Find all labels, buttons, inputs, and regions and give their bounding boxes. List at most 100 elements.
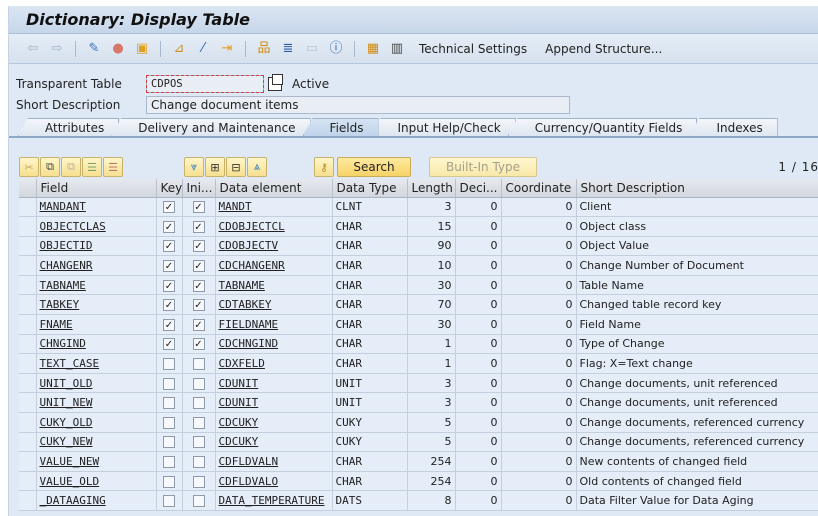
data-element-cell[interactable]: CDTABKEY bbox=[215, 294, 333, 316]
table-row[interactable]: OBJECTID ✓ ✓ CDOBJECTV CHAR 90 0 0 Object Value bbox=[19, 236, 818, 257]
tab-fields[interactable]: Fields bbox=[302, 118, 379, 136]
data-element-link[interactable]: CDCUKY bbox=[219, 435, 259, 448]
data-element-link[interactable]: CDCHNGIND bbox=[219, 337, 279, 350]
data-element-cell[interactable]: MANDT bbox=[215, 197, 333, 218]
data-element-cell[interactable]: CDCUKY bbox=[215, 412, 333, 433]
initial-values-checkbox[interactable]: ✓ bbox=[192, 220, 205, 233]
field-name-cell[interactable]: VALUE_NEW bbox=[36, 451, 157, 472]
built-in-type-button[interactable]: Built-In Type bbox=[429, 157, 537, 177]
display-change-icon[interactable]: ✎ bbox=[85, 41, 103, 57]
initial-values-checkbox[interactable] bbox=[192, 475, 205, 488]
scroll-top-icon[interactable]: ⩓ bbox=[247, 157, 267, 177]
key-checkbox[interactable]: ✓ bbox=[163, 240, 175, 253]
data-element-cell[interactable]: CDOBJECTCL bbox=[215, 216, 333, 237]
tab-indexes[interactable]: Indexes bbox=[689, 118, 778, 136]
object-list-icon[interactable]: ▣ bbox=[133, 41, 151, 57]
table-row[interactable]: TABNAME ✓ ✓ TABNAME CHAR 30 0 0 Table Name bbox=[19, 275, 818, 296]
key-checkbox[interactable]: ✓ bbox=[163, 338, 175, 351]
table-row[interactable]: MANDANT ✓ ✓ MANDT CLNT 3 0 0 Client bbox=[19, 197, 818, 218]
data-element-link[interactable]: CDCHANGENR bbox=[219, 259, 285, 272]
search-button[interactable]: Search bbox=[337, 157, 411, 177]
tab-currency-quantity-fields[interactable]: Currency/Quantity Fields bbox=[507, 118, 698, 136]
forward-icon[interactable]: ⇨ bbox=[48, 41, 66, 57]
column-header-data-element[interactable]: Data element bbox=[215, 179, 333, 198]
field-name-link[interactable]: _DATAAGING bbox=[40, 494, 106, 507]
field-name-link[interactable]: OBJECTID bbox=[40, 239, 93, 252]
other-object-icon[interactable]: ● bbox=[109, 41, 127, 57]
row-selector[interactable] bbox=[19, 236, 37, 257]
data-element-cell[interactable]: CDCHNGIND bbox=[215, 334, 333, 355]
initial-values-checkbox[interactable]: ✓ bbox=[192, 260, 205, 273]
copy-row-icon[interactable]: ⧉ bbox=[40, 157, 60, 177]
key-checkbox[interactable]: ✓ bbox=[163, 299, 175, 312]
data-element-cell[interactable]: CDOBJECTV bbox=[215, 236, 333, 257]
copy-icon[interactable] bbox=[268, 74, 283, 91]
row-selector[interactable] bbox=[19, 353, 37, 374]
field-name-cell[interactable]: UNIT_OLD bbox=[36, 373, 157, 394]
initial-values-checkbox[interactable] bbox=[192, 436, 205, 449]
initial-values-checkbox[interactable] bbox=[192, 377, 205, 390]
table-row[interactable]: CUKY_NEW CDCUKY CUKY 5 0 0 Change documents, r… bbox=[19, 432, 818, 453]
initial-values-checkbox[interactable]: ✓ bbox=[192, 279, 205, 292]
field-name-cell[interactable]: VALUE_OLD bbox=[36, 471, 157, 492]
info-icon[interactable]: ⓘ bbox=[327, 41, 345, 57]
column-header-coordinate[interactable]: Coordinate bbox=[501, 179, 577, 198]
field-name-cell[interactable]: TABKEY bbox=[36, 294, 157, 316]
data-element-link[interactable]: TABNAME bbox=[219, 279, 265, 292]
row-selector[interactable] bbox=[19, 432, 37, 453]
initial-values-checkbox[interactable] bbox=[192, 397, 205, 410]
activate-icon[interactable]: ⁄ bbox=[194, 41, 212, 57]
column-header-field[interactable]: Field bbox=[36, 179, 157, 198]
row-selector[interactable] bbox=[19, 490, 37, 511]
data-element-cell[interactable]: DATA_TEMPERATURE bbox=[215, 490, 333, 511]
field-name-cell[interactable]: UNIT_NEW bbox=[36, 392, 157, 414]
data-element-link[interactable]: MANDT bbox=[219, 200, 252, 213]
structure-icon[interactable]: ▦ bbox=[364, 41, 382, 57]
column-header-key[interactable]: Key bbox=[156, 179, 183, 198]
row-selector[interactable] bbox=[19, 412, 37, 433]
data-element-cell[interactable]: CDFLDVALO bbox=[215, 471, 333, 492]
row-selector[interactable] bbox=[19, 314, 37, 335]
field-name-cell[interactable]: CUKY_NEW bbox=[36, 432, 157, 453]
key-checkbox[interactable] bbox=[163, 475, 175, 488]
data-element-cell[interactable]: CDFLDVALN bbox=[215, 451, 333, 472]
column-header-initial[interactable]: Ini... bbox=[182, 179, 216, 198]
append-structure-button[interactable]: Append Structure... bbox=[545, 42, 662, 56]
where-used-icon[interactable]: ⊿ bbox=[170, 41, 188, 57]
layout-icon[interactable]: ▭ bbox=[303, 41, 321, 57]
initial-values-checkbox[interactable]: ✓ bbox=[192, 299, 205, 312]
navigate-icon[interactable]: ⇥ bbox=[218, 41, 236, 57]
initial-values-checkbox[interactable] bbox=[192, 416, 205, 429]
key-checkbox[interactable] bbox=[163, 495, 175, 508]
column-header-data-type[interactable]: Data Type bbox=[332, 179, 408, 198]
columns-icon[interactable]: ▥ bbox=[388, 41, 406, 57]
initial-values-checkbox[interactable]: ✓ bbox=[192, 240, 205, 253]
key-checkbox[interactable] bbox=[163, 397, 175, 410]
hierarchy-icon[interactable]: 品 bbox=[255, 41, 273, 57]
field-name-link[interactable]: OBJECTCLAS bbox=[40, 220, 106, 233]
field-name-cell[interactable]: CHNGIND bbox=[36, 334, 157, 355]
table-row[interactable]: VALUE_NEW CDFLDVALN CHAR 254 0 0 New contents … bbox=[19, 451, 818, 472]
back-icon[interactable]: ⇦ bbox=[24, 41, 42, 57]
scroll-bottom-icon[interactable]: ⩔ bbox=[184, 157, 204, 177]
table-row[interactable]: TEXT_CASE CDXFELD CHAR 1 0 0 Flag: X=Text chan… bbox=[19, 353, 818, 374]
field-name-cell[interactable]: OBJECTCLAS bbox=[36, 216, 157, 237]
key-checkbox[interactable]: ✓ bbox=[163, 279, 175, 292]
tab-attributes[interactable]: Attributes bbox=[18, 118, 120, 136]
field-name-link[interactable]: TABNAME bbox=[40, 279, 86, 292]
key-checkbox[interactable] bbox=[163, 456, 175, 469]
field-name-link[interactable]: UNIT_NEW bbox=[40, 396, 93, 409]
expand-icon[interactable]: ⊞ bbox=[205, 157, 225, 177]
initial-values-checkbox[interactable] bbox=[192, 495, 205, 508]
key-checkbox[interactable]: ✓ bbox=[163, 260, 175, 273]
field-name-link[interactable]: CUKY_OLD bbox=[40, 416, 93, 429]
data-element-link[interactable]: FIELDNAME bbox=[219, 318, 279, 331]
field-name-cell[interactable]: CHANGENR bbox=[36, 255, 157, 276]
table-row[interactable]: VALUE_OLD CDFLDVALO CHAR 254 0 0 Old contents … bbox=[19, 471, 818, 492]
data-element-cell[interactable]: TABNAME bbox=[215, 275, 333, 296]
key-checkbox[interactable]: ✓ bbox=[163, 318, 175, 331]
insert-row-icon[interactable]: ☰ bbox=[82, 157, 102, 177]
select-all-header[interactable] bbox=[19, 179, 37, 198]
data-element-link[interactable]: CDFLDVALN bbox=[219, 455, 279, 468]
data-element-link[interactable]: CDXFELD bbox=[219, 357, 265, 370]
